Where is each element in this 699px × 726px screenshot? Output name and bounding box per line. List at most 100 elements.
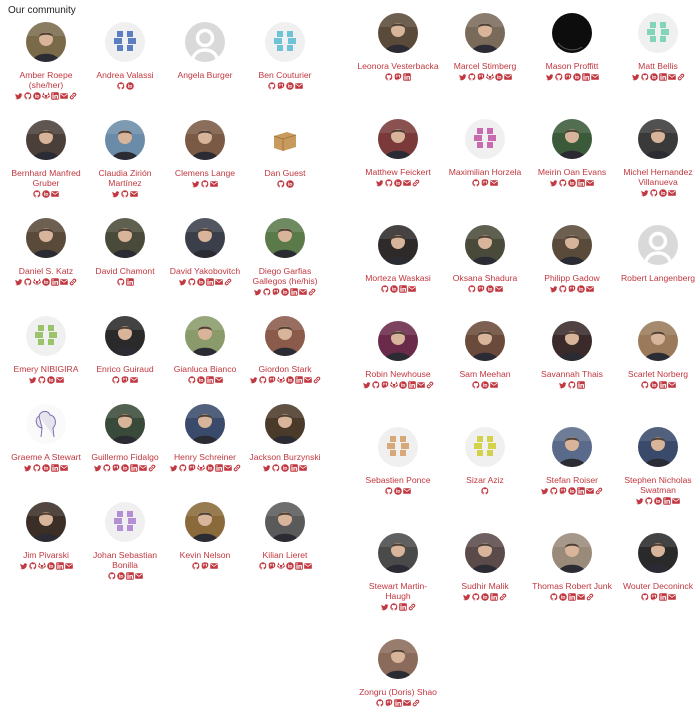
email-icon[interactable] <box>667 381 676 389</box>
email-icon[interactable] <box>416 381 425 389</box>
member-name[interactable]: Wouter Deconinck <box>616 581 699 591</box>
github-icon[interactable] <box>472 179 480 187</box>
orcid-icon[interactable] <box>572 73 581 81</box>
github-icon[interactable] <box>187 278 196 286</box>
orcid-icon[interactable] <box>196 376 205 384</box>
github-icon[interactable] <box>389 603 398 611</box>
linkedin-icon[interactable] <box>407 381 416 389</box>
link-icon[interactable] <box>308 288 316 296</box>
github-icon[interactable] <box>37 376 46 384</box>
orcid-icon[interactable] <box>481 381 489 389</box>
member-name[interactable]: Philipp Gadow <box>530 273 614 283</box>
github-icon[interactable] <box>385 179 393 187</box>
member-name[interactable]: Andrea Valassi <box>83 70 167 80</box>
orcid-icon[interactable] <box>649 73 658 81</box>
member-name[interactable]: Mason Proffitt <box>530 61 614 71</box>
orcid-icon[interactable] <box>281 464 289 472</box>
linkedin-icon[interactable] <box>394 699 402 707</box>
twitter-icon[interactable] <box>169 464 178 472</box>
link-icon[interactable] <box>313 376 321 384</box>
email-icon[interactable] <box>667 593 676 601</box>
twitter-icon[interactable] <box>376 179 384 187</box>
linkedin-icon[interactable] <box>290 464 298 472</box>
twitter-icon[interactable] <box>463 593 471 601</box>
twitter-icon[interactable] <box>254 288 262 296</box>
orcid-icon[interactable] <box>485 285 494 293</box>
twitter-icon[interactable] <box>640 189 649 197</box>
email-icon[interactable] <box>490 381 498 389</box>
member-name[interactable]: Stephen Nicholas Swatman <box>616 475 699 495</box>
linkedin-icon[interactable] <box>658 593 667 601</box>
linkedin-icon[interactable] <box>490 593 498 601</box>
member-name[interactable]: Guillermo Fidalgo <box>83 452 167 462</box>
email-icon[interactable] <box>586 285 594 293</box>
email-icon[interactable] <box>64 562 73 570</box>
twitter-icon[interactable] <box>24 464 32 472</box>
mastodon-icon[interactable] <box>277 82 285 90</box>
twitter-icon[interactable] <box>559 381 567 389</box>
github-icon[interactable] <box>267 82 276 90</box>
gitlab-icon[interactable] <box>276 376 285 384</box>
linkedin-icon[interactable] <box>214 464 223 472</box>
email-icon[interactable] <box>586 179 594 187</box>
email-icon[interactable] <box>60 464 68 472</box>
link-icon[interactable] <box>412 179 420 187</box>
github-icon[interactable] <box>640 381 649 389</box>
orcid-icon[interactable] <box>121 464 129 472</box>
link-icon[interactable] <box>69 92 77 100</box>
orcid-icon[interactable] <box>285 562 294 570</box>
twitter-icon[interactable] <box>15 278 23 286</box>
twitter-icon[interactable] <box>28 376 37 384</box>
link-icon[interactable] <box>677 73 685 81</box>
email-icon[interactable] <box>130 376 138 384</box>
member-name[interactable]: Daniel S. Katz <box>4 266 88 276</box>
mastodon-icon[interactable] <box>650 593 658 601</box>
twitter-icon[interactable] <box>94 464 102 472</box>
github-icon[interactable] <box>107 572 116 580</box>
member-name[interactable]: David Chamont <box>83 266 167 276</box>
mastodon-icon[interactable] <box>481 179 489 187</box>
github-icon[interactable] <box>467 73 476 81</box>
linkedin-icon[interactable] <box>51 92 59 100</box>
email-icon[interactable] <box>299 464 307 472</box>
link-icon[interactable] <box>586 593 594 601</box>
email-icon[interactable] <box>667 73 676 81</box>
github-icon[interactable] <box>550 593 558 601</box>
member-name[interactable]: Sudhir Malik <box>443 581 527 591</box>
twitter-icon[interactable] <box>249 376 258 384</box>
link-icon[interactable] <box>499 593 507 601</box>
github-icon[interactable] <box>568 381 576 389</box>
github-icon[interactable] <box>258 376 267 384</box>
linkedin-icon[interactable] <box>398 603 407 611</box>
email-icon[interactable] <box>214 376 223 384</box>
gitlab-icon[interactable] <box>37 562 46 570</box>
linkedin-icon[interactable] <box>577 381 585 389</box>
twitter-icon[interactable] <box>19 562 28 570</box>
member-name[interactable]: Scarlet Norberg <box>616 369 699 379</box>
linkedin-icon[interactable] <box>125 572 134 580</box>
twitter-icon[interactable] <box>458 73 467 81</box>
github-icon[interactable] <box>371 381 380 389</box>
member-name[interactable]: Zongru (Doris) Shao <box>356 687 440 697</box>
github-icon[interactable] <box>116 278 125 286</box>
email-icon[interactable] <box>586 487 594 495</box>
email-icon[interactable] <box>577 593 585 601</box>
member-name[interactable]: Kilian Lieret <box>243 550 327 560</box>
link-icon[interactable] <box>69 278 77 286</box>
email-icon[interactable] <box>303 562 312 570</box>
mastodon-icon[interactable] <box>112 464 120 472</box>
member-name[interactable]: Thomas Robert Junk <box>530 581 614 591</box>
github-icon[interactable] <box>481 487 489 495</box>
email-icon[interactable] <box>403 487 411 495</box>
orcid-icon[interactable] <box>46 562 55 570</box>
twitter-icon[interactable] <box>380 603 389 611</box>
mastodon-icon[interactable] <box>272 288 280 296</box>
linkedin-icon[interactable] <box>581 73 590 81</box>
orcid-icon[interactable] <box>389 285 398 293</box>
twitter-icon[interactable] <box>550 179 558 187</box>
twitter-icon[interactable] <box>631 73 640 81</box>
member-name[interactable]: Angela Burger <box>163 70 247 80</box>
github-icon[interactable] <box>201 180 209 188</box>
email-icon[interactable] <box>303 376 312 384</box>
member-name[interactable]: Bernhard Manfred Gruber <box>4 168 88 188</box>
